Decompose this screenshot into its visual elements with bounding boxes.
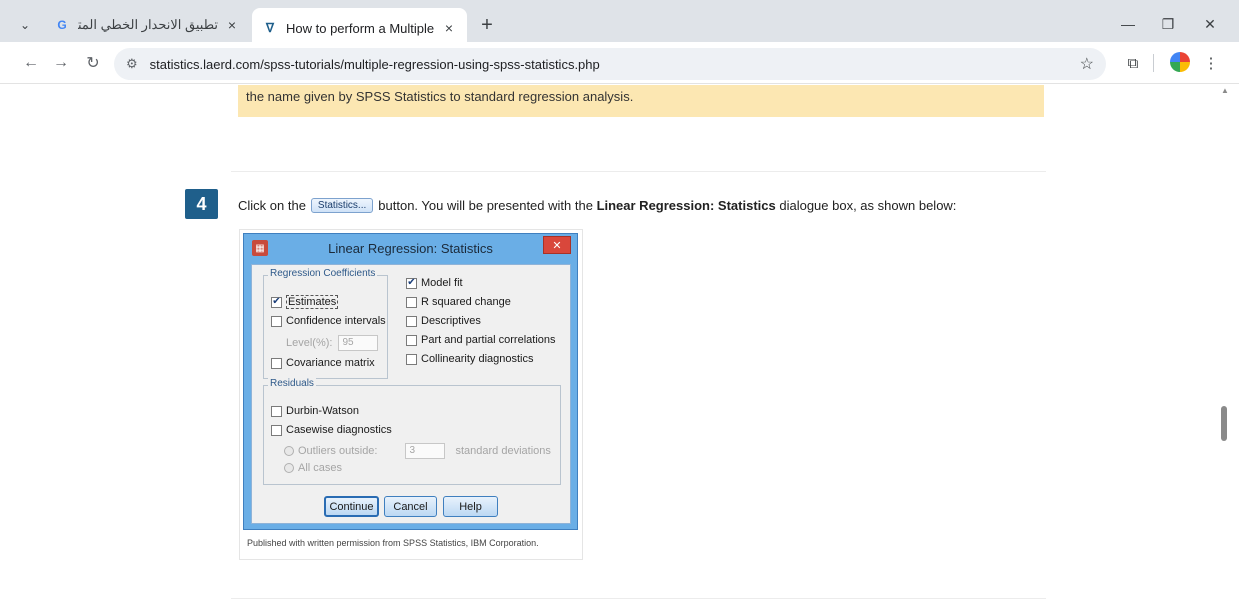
google-favicon-icon: G: [57, 18, 67, 32]
close-window-icon[interactable]: ✕: [1198, 12, 1222, 36]
outliers-value: 3: [405, 443, 446, 459]
laerd-favicon-icon: ᐁ: [265, 21, 275, 35]
option-label: Descriptives: [421, 315, 481, 327]
step-number-badge: 4: [185, 189, 218, 219]
restore-icon[interactable]: ❐: [1156, 12, 1180, 36]
model-fit-checkbox: ✔ Model fit: [406, 277, 463, 289]
casewise-diagnostics-checkbox: Casewise diagnostics: [271, 424, 392, 436]
help-button: Help: [443, 496, 498, 517]
durbin-watson-checkbox: Durbin-Watson: [271, 405, 359, 417]
r-squared-change-checkbox: R squared change: [406, 296, 511, 308]
confidence-intervals-checkbox: Confidence intervals: [271, 315, 386, 327]
tab-strip: ⌄ G تطبيق الانحدار الخطي المتعدد في × ᐁ …: [0, 0, 1239, 48]
linear-regression-statistics-dialog: Linear Regression: Statistics ▦ ✕ Regres…: [243, 233, 578, 530]
outliers-outside-radio: Outliers outside: 3 standard deviations: [284, 443, 551, 459]
scrollbar-thumb[interactable]: [1221, 406, 1227, 441]
close-tab-icon[interactable]: ×: [224, 17, 240, 33]
option-label: R squared change: [421, 296, 511, 308]
statistics-button-image: Statistics...: [310, 198, 374, 213]
tab-search-button[interactable]: ⌄: [14, 14, 36, 36]
option-label: Collinearity diagnostics: [421, 353, 534, 365]
group-label: Residuals: [268, 378, 316, 389]
profile-avatar[interactable]: [1170, 52, 1190, 72]
collinearity-diagnostics-checkbox: Collinearity diagnostics: [406, 353, 534, 365]
option-label: standard deviations: [455, 445, 551, 457]
browser-toolbar: ← → ↻ ⚙ statistics.laerd.com/spss-tutori…: [0, 42, 1239, 84]
dialog-body: Regression Coefficients ✔ Estimates Conf…: [251, 264, 571, 524]
note-text: the name given by SPSS Statistics to sta…: [246, 89, 634, 104]
step-instruction: Click on the Statistics... button. You w…: [238, 198, 956, 213]
cancel-button: Cancel: [384, 496, 437, 517]
covariance-matrix-checkbox: Covariance matrix: [271, 357, 375, 369]
forward-icon[interactable]: →: [50, 52, 72, 74]
option-label: Covariance matrix: [286, 357, 375, 369]
step-text-after: button. You will be presented with the: [378, 198, 593, 213]
option-label: Level(%):: [286, 337, 333, 349]
dialog-close-icon: ✕: [543, 236, 571, 254]
note-box: the name given by SPSS Statistics to sta…: [238, 85, 1044, 117]
level-value: 95: [338, 335, 379, 351]
option-label: All cases: [298, 462, 343, 474]
tab-title: تطبيق الانحدار الخطي المتعدد في: [78, 17, 218, 32]
checkmark-icon: ✔: [406, 277, 417, 289]
checkmark-icon: ✔: [271, 296, 282, 308]
menu-kebab-icon[interactable]: ⋮: [1200, 52, 1222, 74]
all-cases-radio: All cases: [284, 462, 342, 474]
descriptives-checkbox: Descriptives: [406, 315, 481, 327]
step-text-end: dialogue box, as shown below:: [779, 198, 957, 213]
step-bold-text: Linear Regression: Statistics: [596, 198, 776, 213]
image-caption: Published with written permission from S…: [247, 538, 539, 548]
new-tab-button[interactable]: +: [476, 14, 498, 36]
level-field: Level(%): 95: [286, 335, 379, 351]
estimates-checkbox: ✔ Estimates: [271, 295, 339, 309]
section-divider: [231, 171, 1046, 172]
address-bar[interactable]: ⚙ statistics.laerd.com/spss-tutorials/mu…: [114, 48, 1106, 80]
scroll-up-arrow-icon[interactable]: ▲: [1221, 86, 1229, 95]
toolbar-separator: [1153, 54, 1154, 72]
option-label: Model fit: [421, 277, 463, 289]
group-label: Regression Coefficients: [268, 268, 378, 279]
option-label: Outliers outside:: [298, 445, 378, 457]
url-text: statistics.laerd.com/spss-tutorials/mult…: [149, 56, 600, 72]
close-tab-icon[interactable]: ×: [441, 20, 457, 36]
option-label: Confidence intervals: [286, 315, 386, 327]
section-divider: [231, 598, 1046, 599]
option-label: Casewise diagnostics: [286, 424, 392, 436]
tab-title: How to perform a Multiple Reg: [286, 20, 435, 36]
part-partial-correlations-checkbox: Part and partial correlations: [406, 334, 556, 346]
continue-button: Continue: [324, 496, 379, 517]
back-icon[interactable]: ←: [20, 52, 42, 74]
step-text-before: Click on the: [238, 198, 306, 213]
spss-app-icon: ▦: [252, 240, 268, 256]
tab-arabic-article[interactable]: G تطبيق الانحدار الخطي المتعدد في ×: [44, 8, 250, 42]
bookmark-star-icon[interactable]: ☆: [1080, 54, 1094, 74]
minimize-icon[interactable]: —: [1116, 12, 1140, 36]
dialog-title: Linear Regression: Statistics: [328, 240, 493, 256]
site-info-icon[interactable]: ⚙: [126, 56, 138, 72]
option-label: Part and partial correlations: [421, 334, 556, 346]
option-label: Estimates: [286, 295, 339, 309]
reload-icon[interactable]: ↻: [82, 52, 104, 74]
option-label: Durbin-Watson: [286, 405, 359, 417]
extensions-icon[interactable]: ⧉: [1122, 52, 1144, 74]
